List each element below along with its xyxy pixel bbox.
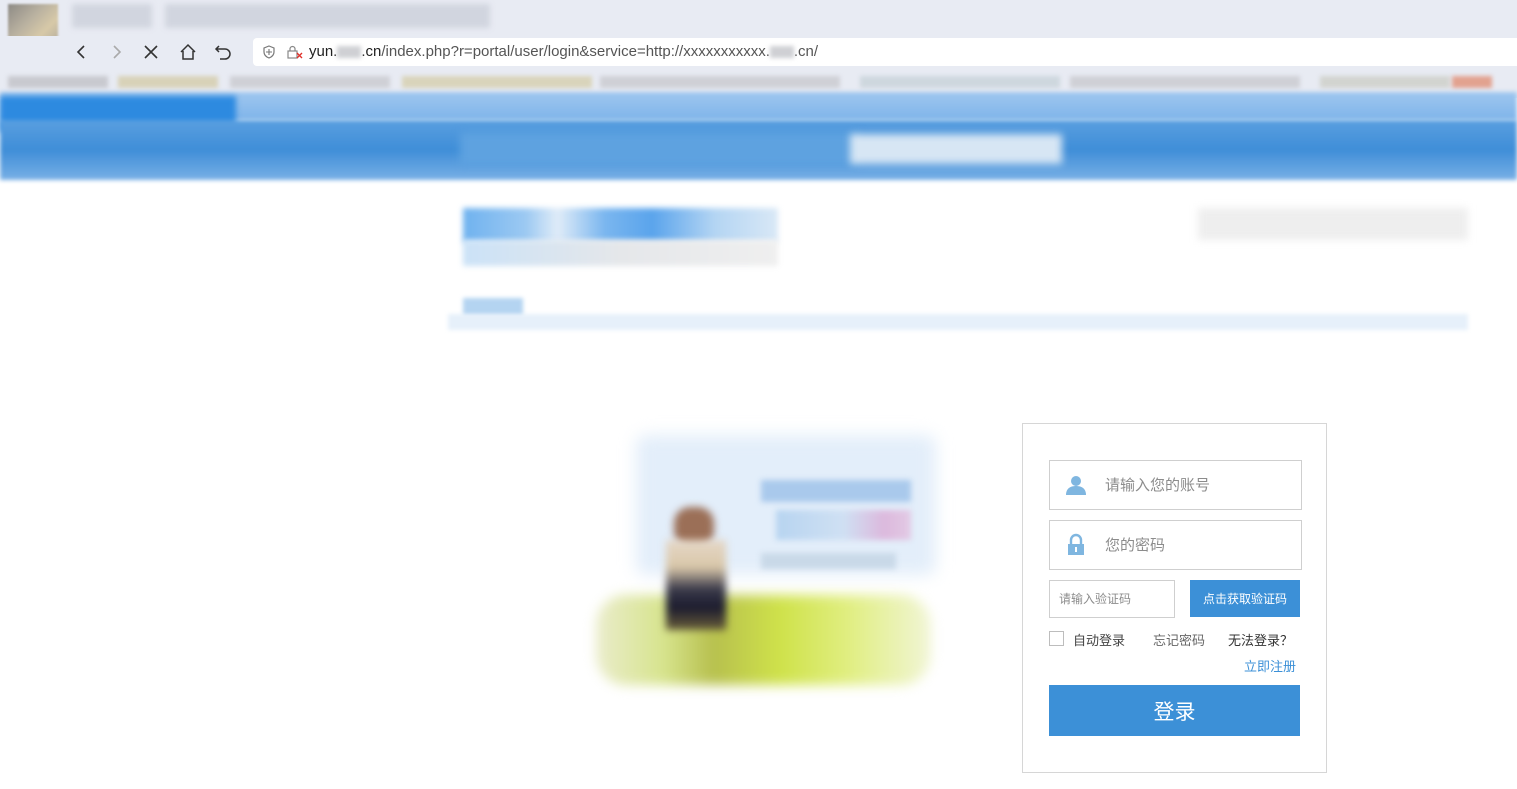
account-field[interactable] [1049, 460, 1302, 510]
bookmark-item[interactable] [118, 76, 218, 88]
close-icon [144, 45, 158, 59]
password-input[interactable] [1105, 521, 1295, 569]
site-subtitle [463, 240, 778, 266]
url-host: yun. [309, 43, 338, 60]
forgot-password-link[interactable]: 忘记密码 [1153, 630, 1205, 649]
lock-icon [1068, 533, 1084, 555]
get-captcha-button[interactable]: 点击获取验证码 [1190, 580, 1300, 617]
undo-icon [214, 45, 231, 60]
illustration-chart [776, 510, 911, 540]
tab-title-blurred[interactable] [165, 4, 490, 28]
illustration-chart [761, 553, 896, 569]
illustration-ground [596, 595, 931, 685]
bookmark-item[interactable] [600, 76, 840, 88]
cannot-login-link[interactable]: 无法登录？ [1228, 630, 1293, 649]
page-divider [448, 314, 1468, 330]
tab-title-blurred[interactable] [72, 4, 152, 28]
undo-button[interactable] [211, 40, 235, 64]
url-redacted [769, 46, 794, 59]
bookmark-item[interactable] [1320, 76, 1450, 88]
forward-arrow-icon [113, 45, 122, 59]
bookmark-item[interactable] [860, 76, 1060, 88]
site-logo [463, 208, 778, 242]
insecure-lock-icon[interactable] [287, 45, 303, 59]
url-text[interactable]: yun. .cn/index.php?r=portal/user/login&se… [309, 43, 818, 60]
login-button[interactable]: 登录 [1049, 685, 1300, 736]
bookmark-item[interactable] [1070, 76, 1300, 88]
stop-button[interactable] [139, 40, 163, 64]
bookmark-item[interactable] [402, 76, 592, 88]
home-icon [180, 43, 196, 60]
captcha-input[interactable] [1059, 581, 1169, 617]
url-host-suffix: .cn [361, 43, 382, 60]
illustration-person [666, 540, 726, 630]
illustration-chart [761, 480, 911, 502]
site-header-highlight [850, 134, 1062, 164]
browser-tab-bar [0, 0, 1517, 36]
bookmark-item[interactable] [1452, 76, 1492, 88]
login-illustration [596, 425, 941, 690]
auto-login-checkbox[interactable] [1049, 631, 1064, 646]
back-arrow-icon [76, 45, 85, 59]
url-path: /index.php?r=portal/user/login&service=h… [381, 43, 770, 60]
forward-button[interactable] [104, 40, 128, 64]
site-header-nav [460, 132, 860, 166]
url-redacted [337, 46, 362, 59]
account-input[interactable] [1105, 461, 1295, 509]
shield-icon[interactable] [262, 45, 276, 59]
bookmark-item[interactable] [230, 76, 390, 88]
password-field[interactable] [1049, 520, 1302, 570]
header-right-links [1198, 208, 1468, 240]
home-button[interactable] [176, 40, 200, 64]
auto-login-label[interactable]: 自动登录 [1073, 630, 1125, 649]
bookmark-item[interactable] [8, 76, 108, 88]
url-tail: .cn/ [793, 43, 819, 60]
captcha-field[interactable] [1049, 580, 1175, 618]
user-icon [1066, 476, 1086, 495]
register-link[interactable]: 立即注册 [1244, 656, 1296, 675]
back-button[interactable] [70, 40, 94, 64]
